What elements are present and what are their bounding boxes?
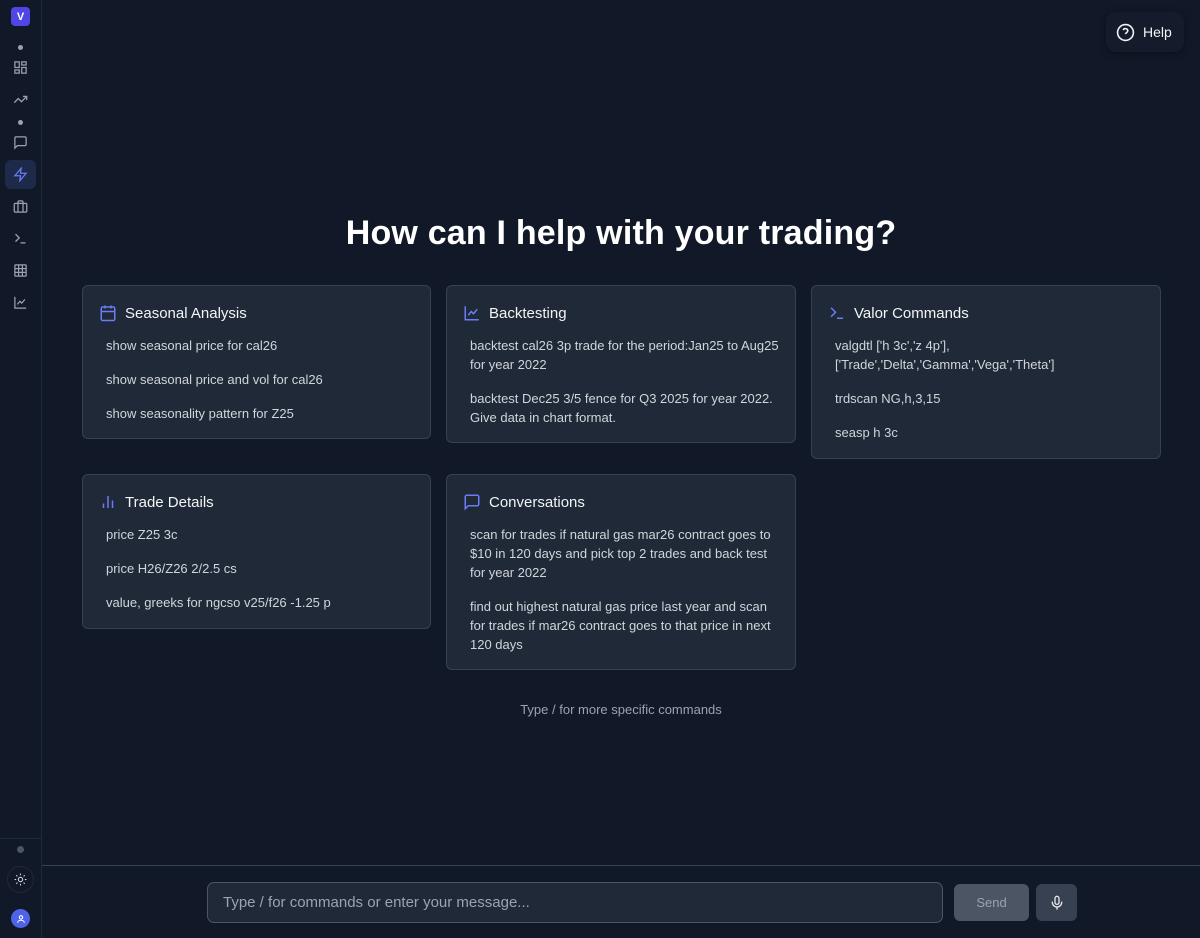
card-header: Seasonal Analysis <box>99 304 414 322</box>
suggestion-item[interactable]: trdscan NG,h,3,15 <box>828 389 1144 408</box>
sidebar-divider <box>0 838 41 839</box>
line-chart-icon <box>14 296 27 309</box>
theme-toggle-button[interactable] <box>7 866 34 893</box>
table-icon <box>14 264 27 277</box>
sidebar-item-table[interactable] <box>5 256 36 285</box>
commands-hint: Type / for more specific commands <box>520 702 722 717</box>
card-trade-details: Trade Details price Z25 3c price H26/Z26… <box>82 474 431 629</box>
suggestion-item[interactable]: seasp h 3c <box>828 423 1144 442</box>
briefcase-icon <box>13 200 28 213</box>
status-dot <box>18 120 23 125</box>
calendar-icon <box>100 305 116 322</box>
app-root: V Help How can I help with your trading?… <box>0 0 1200 938</box>
card-valor-commands: Valor Commands valgdtl ['h 3c','z 4p'], … <box>811 285 1161 459</box>
suggestion-item[interactable]: price H26/Z26 2/2.5 cs <box>99 559 414 578</box>
sidebar-item-trends[interactable] <box>5 85 36 114</box>
card-backtesting: Backtesting backtest cal26 3p trade for … <box>446 285 796 443</box>
lightning-icon <box>13 167 28 182</box>
status-dot <box>18 45 23 50</box>
suggestion-item[interactable]: valgdtl ['h 3c','z 4p'], ['Trade','Delta… <box>828 336 1144 374</box>
card-title: Trade Details <box>125 493 214 511</box>
microphone-button[interactable] <box>1036 884 1077 921</box>
help-label: Help <box>1143 24 1172 40</box>
sidebar-item-portfolio[interactable] <box>5 192 36 221</box>
card-conversations: Conversations scan for trades if natural… <box>446 474 796 670</box>
sidebar: V <box>0 0 42 938</box>
trending-up-icon <box>13 95 28 104</box>
suggestion-item[interactable]: price Z25 3c <box>99 525 414 544</box>
suggestion-item[interactable]: show seasonality pattern for Z25 <box>99 404 414 423</box>
card-header: Valor Commands <box>828 304 1144 322</box>
page-title: How can I help with your trading? <box>345 214 897 252</box>
suggestion-item[interactable]: backtest cal26 3p trade for the period:J… <box>463 336 779 374</box>
suggestion-item[interactable]: find out highest natural gas price last … <box>463 597 779 654</box>
sidebar-item-dashboard[interactable] <box>5 53 36 82</box>
line-chart-icon <box>464 306 479 321</box>
help-circle-icon <box>1116 23 1135 41</box>
bar-chart-icon <box>102 496 114 508</box>
user-icon <box>16 914 25 923</box>
card-title: Seasonal Analysis <box>125 304 247 322</box>
connection-status-dot <box>17 846 24 853</box>
suggestion-item[interactable]: show seasonal price for cal26 <box>99 336 414 355</box>
terminal-icon <box>15 233 26 244</box>
chat-icon <box>464 494 480 511</box>
card-title: Valor Commands <box>854 304 969 322</box>
composer-bar: Send <box>42 865 1200 938</box>
microphone-icon <box>1051 895 1062 910</box>
user-avatar-button[interactable] <box>11 909 30 928</box>
dashboard-icon <box>14 61 27 74</box>
card-header: Conversations <box>463 493 779 511</box>
sidebar-item-quick-actions[interactable] <box>5 160 36 189</box>
card-title: Conversations <box>489 493 585 511</box>
sidebar-item-chat[interactable] <box>5 128 36 157</box>
chat-icon <box>14 136 27 150</box>
sidebar-item-terminal[interactable] <box>5 224 36 253</box>
card-header: Backtesting <box>463 304 779 322</box>
message-input[interactable] <box>207 882 943 923</box>
sun-icon <box>14 873 27 886</box>
suggestion-item[interactable]: backtest Dec25 3/5 fence for Q3 2025 for… <box>463 389 779 427</box>
app-logo[interactable]: V <box>11 7 30 26</box>
card-seasonal-analysis: Seasonal Analysis show seasonal price fo… <box>82 285 431 439</box>
sidebar-item-charts[interactable] <box>5 288 36 317</box>
send-button[interactable]: Send <box>954 884 1029 921</box>
card-header: Trade Details <box>99 493 414 511</box>
suggestion-item[interactable]: show seasonal price and vol for cal26 <box>99 370 414 389</box>
card-title: Backtesting <box>489 304 567 322</box>
suggestion-item[interactable]: scan for trades if natural gas mar26 con… <box>463 525 779 582</box>
terminal-icon <box>830 307 843 319</box>
help-button[interactable]: Help <box>1106 12 1184 52</box>
suggestion-item[interactable]: value, greeks for ngcso v25/f26 -1.25 p <box>99 593 414 612</box>
